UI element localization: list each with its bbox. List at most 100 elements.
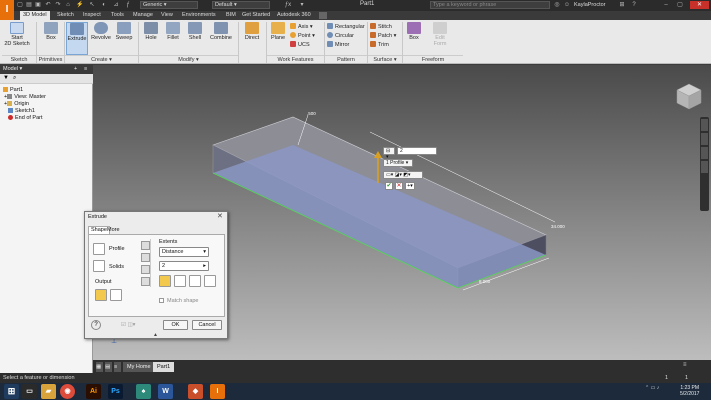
extents-dropdown[interactable]: Distance ▾: [159, 247, 209, 257]
measure-icon[interactable]: ⊿: [112, 1, 120, 9]
tab-sketch[interactable]: Sketch: [54, 11, 77, 20]
tab-inspect[interactable]: Inspect: [80, 11, 104, 20]
edit-form-button[interactable]: Edit Form: [430, 22, 450, 47]
trim-button[interactable]: Trim: [370, 41, 396, 50]
tree-item-end-of-part[interactable]: End of Part: [8, 115, 43, 122]
profile-select-icon[interactable]: [93, 243, 105, 255]
mini-ok-icon[interactable]: ✔: [385, 182, 393, 190]
find-icon[interactable]: ⌕: [13, 75, 16, 82]
tab-bim[interactable]: BIM: [223, 11, 239, 20]
browser-title[interactable]: Model ▾: [3, 66, 22, 72]
filter-icon[interactable]: ▼: [3, 75, 9, 81]
mini-direction-group[interactable]: ▭▾ ◪▾ ◩▾: [383, 171, 423, 179]
inventor-taskbar-icon[interactable]: I: [210, 384, 225, 399]
pan-icon[interactable]: [701, 119, 708, 131]
mini-distance-input[interactable]: 2: [397, 147, 437, 155]
new-icon[interactable]: ▢: [16, 1, 24, 9]
asymmetric-icon[interactable]: [204, 275, 216, 287]
list-icon[interactable]: ≡: [114, 362, 121, 372]
maximize-icon[interactable]: ▢: [676, 1, 684, 9]
tab-manage[interactable]: Manage: [130, 11, 156, 20]
redo-icon[interactable]: ↷: [54, 1, 62, 9]
hole-button[interactable]: Hole: [142, 22, 160, 41]
illustrator-icon[interactable]: Ai: [86, 384, 101, 399]
panel-label-surface[interactable]: Surface ▾: [368, 55, 402, 63]
freeform-box-button[interactable]: Box: [405, 22, 423, 41]
start-sketch-button[interactable]: Start 2D Sketch: [4, 22, 30, 47]
update-icon[interactable]: ⚡: [76, 1, 84, 9]
app-icon[interactable]: ♠: [136, 384, 151, 399]
shell-button[interactable]: Shell: [186, 22, 204, 41]
help-icon[interactable]: ?: [630, 1, 638, 9]
panel-label-modify[interactable]: Modify ▾: [139, 55, 238, 63]
inventor-logo[interactable]: I: [0, 0, 14, 20]
tree-item-part1[interactable]: Part1: [3, 87, 23, 94]
close-icon[interactable]: ✕: [690, 1, 709, 9]
task-view-icon[interactable]: ▭: [22, 384, 37, 399]
panel-label-create[interactable]: Create ▾: [65, 55, 138, 63]
select-icon[interactable]: ↖: [88, 1, 96, 9]
cut-icon[interactable]: [141, 253, 150, 262]
sweep-button[interactable]: Sweep: [114, 22, 134, 41]
dialog-tab-more[interactable]: More: [107, 227, 120, 233]
tab-tools[interactable]: Tools: [108, 11, 127, 20]
tab-environments[interactable]: Environments: [179, 11, 219, 20]
dimension-width[interactable]: 8.000: [479, 279, 490, 284]
collapse-icon[interactable]: ▲: [153, 332, 158, 338]
fusion-icon[interactable]: ◆: [188, 384, 203, 399]
cancel-button[interactable]: Cancel: [192, 320, 222, 330]
symmetric-icon[interactable]: [189, 275, 201, 287]
material-dropdown[interactable]: Generic ▾: [140, 1, 198, 9]
rectangular-button[interactable]: Rectangular: [327, 23, 365, 32]
revolve-button[interactable]: Revolve: [90, 22, 112, 41]
word-icon[interactable]: W: [158, 384, 173, 399]
patch-button[interactable]: Patch ▾: [370, 32, 396, 41]
plane-button[interactable]: Plane: [268, 22, 288, 41]
axis-button[interactable]: Axis ▾: [290, 23, 315, 32]
fillet-button[interactable]: Fillet: [164, 22, 182, 41]
doc-menu-icon[interactable]: ≡: [683, 362, 687, 368]
ok-button[interactable]: OK: [163, 320, 188, 330]
tray-icons[interactable]: ⌃ ▭ ♪: [645, 385, 659, 391]
output-solid-icon[interactable]: [95, 289, 107, 301]
color-icon[interactable]: ◐: [100, 1, 108, 9]
direction-1-icon[interactable]: [159, 275, 171, 287]
binoculars-icon[interactable]: ◎: [553, 1, 561, 9]
save-icon[interactable]: ▣: [34, 1, 42, 9]
output-surface-icon[interactable]: [110, 289, 122, 301]
cascade-icon[interactable]: ▤: [105, 362, 112, 372]
tile-icon[interactable]: ▦: [96, 362, 103, 372]
tree-item-origin[interactable]: + Origin: [4, 101, 29, 108]
clock[interactable]: 1:23 PM 5/2/2017: [680, 385, 699, 397]
stitch-button[interactable]: Stitch: [370, 23, 396, 32]
appearance-dropdown[interactable]: Default ▾: [212, 1, 270, 9]
distance-input[interactable]: 2 ▸: [159, 261, 209, 271]
tab-my-home[interactable]: My Home: [123, 362, 155, 372]
undo-icon[interactable]: ↶: [44, 1, 52, 9]
tree-item-view[interactable]: + View: Master: [4, 94, 46, 101]
dimension-length[interactable]: 34.000: [551, 224, 565, 229]
start-icon[interactable]: ⊞: [4, 384, 19, 399]
tab-view[interactable]: View: [158, 11, 176, 20]
param-icon[interactable]: ƒ: [124, 1, 132, 9]
user-icon[interactable]: ☺: [563, 1, 571, 9]
tab-get-started[interactable]: Get Started: [239, 11, 273, 20]
ribbon-toggle-icon[interactable]: [319, 12, 327, 19]
add-panel-icon[interactable]: +: [74, 65, 77, 74]
search-input[interactable]: Type a keyword or phrase: [430, 1, 550, 9]
match-shape-checkbox[interactable]: [159, 298, 164, 303]
circular-button[interactable]: Circular: [327, 32, 365, 41]
mini-distance-mode[interactable]: ⊟ ▾: [383, 147, 395, 160]
tab-3d-model[interactable]: 3D Model: [20, 11, 50, 20]
tab-autodesk-360[interactable]: Autodesk 360: [274, 11, 314, 20]
file-explorer-icon[interactable]: ▰: [41, 384, 56, 399]
user-name[interactable]: KaylaProctor: [574, 2, 606, 8]
zoom-icon[interactable]: [701, 133, 708, 145]
home-icon[interactable]: ⌂: [64, 1, 72, 9]
dialog-close-icon[interactable]: ✕: [217, 212, 223, 220]
browser-menu-icon[interactable]: ≡: [84, 65, 87, 74]
direction-2-icon[interactable]: [174, 275, 186, 287]
combine-button[interactable]: Combine: [208, 22, 234, 41]
cart-icon[interactable]: ⊞: [618, 1, 626, 9]
minimize-icon[interactable]: –: [662, 1, 670, 9]
